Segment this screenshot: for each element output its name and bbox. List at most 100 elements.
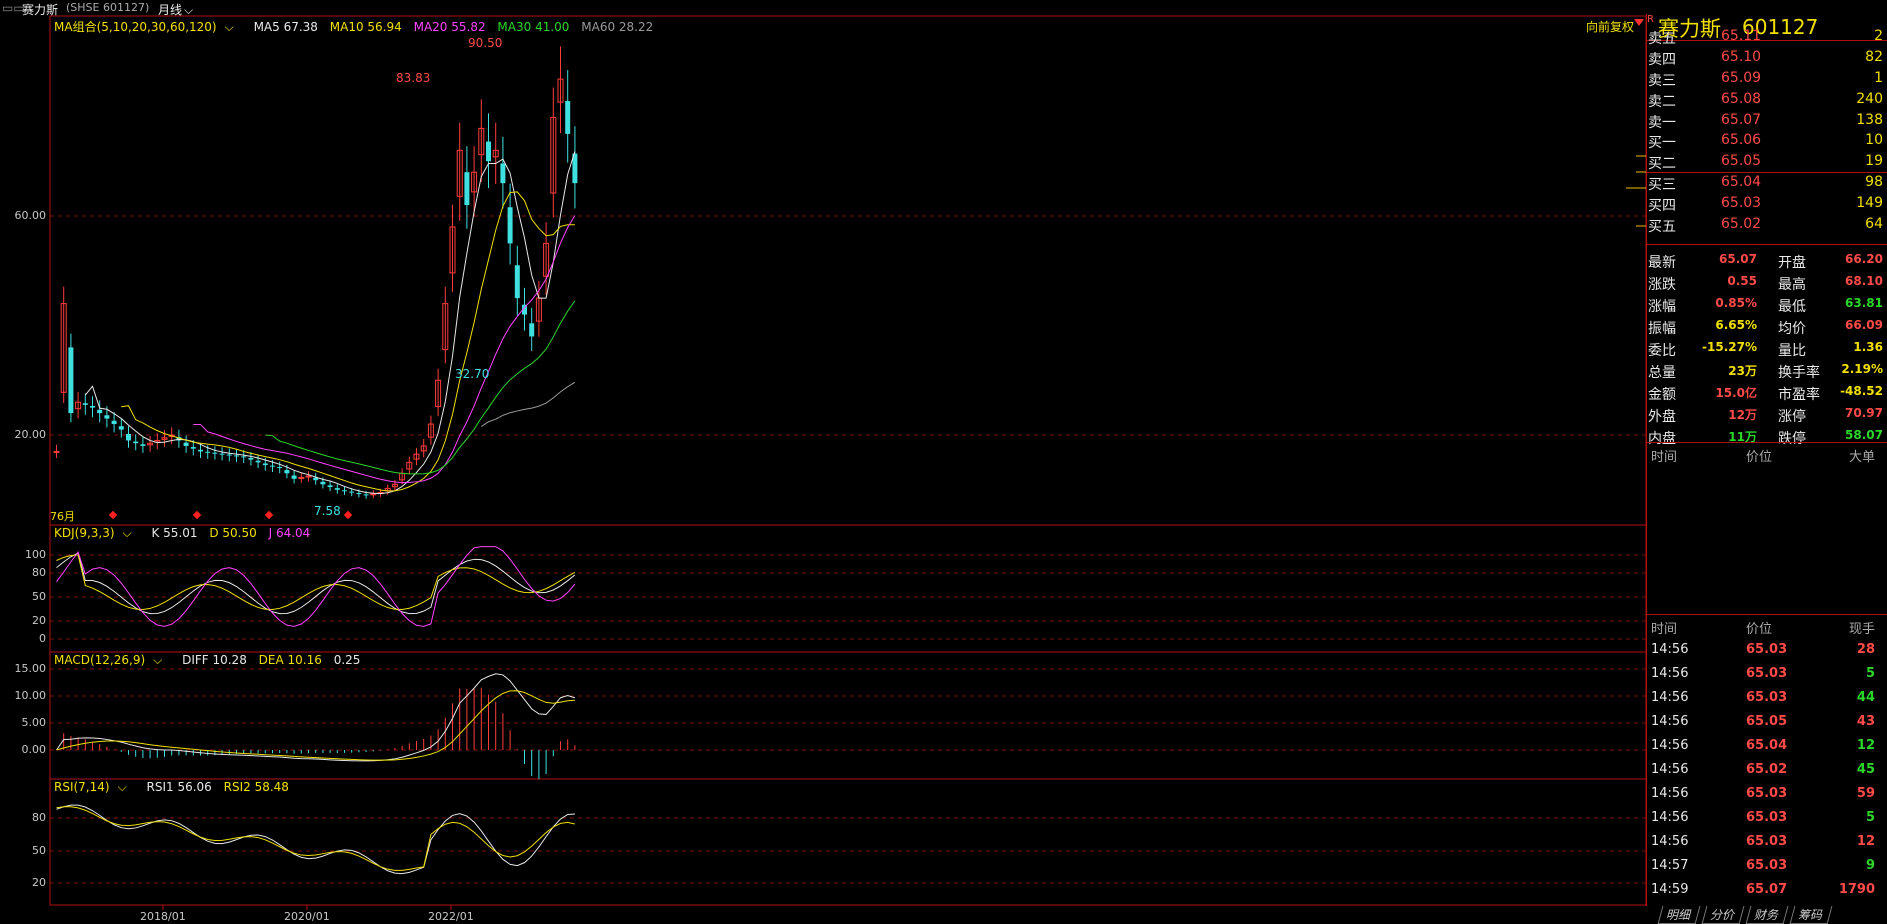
tick-row[interactable]: 14:56 65.03 28: [1646, 642, 1887, 666]
tick-row[interactable]: 14:56 65.03 59: [1646, 786, 1887, 810]
candle-body: [291, 475, 297, 479]
quote-panel: R 赛力斯 601127 卖五 65.11 2 卖四 65.10 82 卖三 65.09 1 卖二…: [1646, 14, 1887, 924]
tick-time: 14:59: [1651, 882, 1689, 897]
caret-down-icon[interactable]: [1634, 19, 1644, 26]
tab-chips[interactable]: 筹码: [1789, 906, 1832, 924]
rsi-y-label: 80: [32, 811, 46, 824]
level-volume: 98: [1865, 174, 1883, 190]
tick-time: 14:56: [1651, 690, 1689, 705]
tick-time: 14:56: [1651, 834, 1689, 849]
chevron-down-icon: ⌵: [224, 20, 234, 34]
tick-price: 65.02: [1746, 762, 1788, 777]
tick-time: 14:56: [1651, 714, 1689, 729]
rsi-lines: [56, 804, 576, 875]
level-volume: 149: [1856, 195, 1883, 211]
candle-body: [327, 485, 333, 488]
stat-label: 涨停: [1778, 409, 1806, 425]
tab-finance[interactable]: 财务: [1745, 906, 1789, 924]
tick-row[interactable]: 14:56 65.03 12: [1646, 834, 1887, 858]
stat-value: -48.52: [1840, 384, 1883, 398]
macd-selector[interactable]: MACD(12,26,9) ⌵: [54, 653, 170, 667]
big-order-header: 时间 价位 大单: [1651, 450, 1875, 465]
candle-body: [241, 456, 247, 458]
low-label-2: 32.70: [455, 367, 490, 381]
ma30-line: [265, 300, 576, 475]
kdj-selector[interactable]: KDJ(9,3,3) ⌵: [54, 526, 140, 540]
ma10-line: [121, 191, 575, 492]
stat-label: 委比: [1648, 343, 1676, 359]
stat-value: 12万: [1728, 408, 1757, 422]
event-marker[interactable]: [192, 510, 202, 520]
order-book-sell-row[interactable]: 卖四 65.10 82: [1646, 49, 1887, 70]
ma5-line: [84, 151, 576, 495]
tab-price-distribution[interactable]: 分价: [1701, 906, 1745, 924]
divider: [1646, 614, 1887, 615]
stat-value: 66.09: [1845, 318, 1883, 332]
macd-diff-line: [56, 673, 576, 762]
candle-body: [234, 455, 239, 457]
tick-row[interactable]: 14:57 65.03 9: [1646, 858, 1887, 882]
macd-value: 0.25: [333, 653, 361, 667]
order-book-buy-row[interactable]: 买三 65.04 98: [1646, 174, 1887, 195]
level-name: 买一: [1648, 135, 1676, 151]
stat-label: 换手率: [1778, 365, 1820, 381]
tick-row[interactable]: 14:56 65.04 12: [1646, 738, 1887, 762]
candle-body: [219, 453, 225, 455]
level-price: 65.05: [1721, 153, 1762, 169]
tick-volume: 12: [1856, 834, 1875, 849]
level-volume: 82: [1865, 49, 1883, 65]
tick-time: 14:57: [1651, 858, 1689, 873]
order-book-sell-row[interactable]: 卖三 65.09 1: [1646, 70, 1887, 91]
stat-label: 市盈率: [1778, 387, 1820, 403]
order-book-buy-row[interactable]: 买五 65.02 64: [1646, 216, 1887, 237]
candle-body: [320, 481, 326, 485]
chevron-down-icon: ⌵: [153, 653, 163, 667]
tick-row[interactable]: 14:56 65.05 43: [1646, 714, 1887, 738]
candle-body: [133, 441, 139, 444]
tick-row[interactable]: 14:56 65.03 5: [1646, 666, 1887, 690]
tick-row[interactable]: 14:56 65.02 45: [1646, 762, 1887, 786]
level-name: 买五: [1648, 219, 1676, 235]
order-book-sell-row[interactable]: 卖一 65.07 138: [1646, 112, 1887, 133]
order-book-sell-row[interactable]: 卖二 65.08 240: [1646, 91, 1887, 112]
macd-y-label: 5.00: [21, 716, 47, 729]
stat-value: 6.65%: [1715, 318, 1757, 332]
stat-value: 65.07: [1719, 252, 1757, 266]
kdj-y-label: 80: [32, 566, 46, 579]
candle-body: [500, 163, 506, 184]
level-volume: 240: [1856, 91, 1883, 107]
event-marker[interactable]: [264, 510, 274, 520]
tick-time: 14:56: [1651, 786, 1689, 801]
candle-body: [356, 493, 362, 495]
event-marker[interactable]: [108, 510, 118, 520]
candle-body: [284, 470, 290, 474]
order-book-buy-row[interactable]: 买二 65.05 19: [1646, 153, 1887, 174]
candle-body: [334, 488, 340, 490]
quote-stat-row: 涨跌 0.55 最高 68.10: [1646, 274, 1887, 296]
tick-row[interactable]: 14:59 65.07 1790: [1646, 882, 1887, 906]
level-volume: 138: [1856, 112, 1883, 128]
low-label-1: 7.58: [314, 504, 341, 518]
rsi1-value: RSI1 56.06: [146, 780, 212, 794]
order-book-buy-row[interactable]: 买四 65.03 149: [1646, 195, 1887, 216]
level-price: 65.09: [1721, 70, 1762, 86]
stat-label: 总量: [1648, 365, 1676, 381]
order-book-sell-row[interactable]: 卖五 65.11 2: [1646, 28, 1887, 49]
tick-row[interactable]: 14:56 65.03 5: [1646, 810, 1887, 834]
candle-body: [90, 405, 95, 408]
kdj-y-label: 20: [32, 614, 46, 627]
candle-body: [183, 442, 189, 446]
rsi-y-label: 20: [32, 876, 46, 889]
adjust-mode-label[interactable]: 向前复权: [1586, 18, 1634, 35]
level-name: 买三: [1648, 177, 1676, 193]
candle-body: [118, 426, 124, 430]
event-marker[interactable]: [343, 510, 353, 520]
rsi2-value: RSI2 58.48: [223, 780, 289, 794]
stat-value: 1.36: [1853, 340, 1883, 354]
candle-body: [255, 460, 261, 463]
tab-detail[interactable]: 明细: [1657, 906, 1701, 924]
ma-combo-selector[interactable]: MA组合(5,10,20,30,60,120) ⌵: [54, 20, 242, 34]
tick-row[interactable]: 14:56 65.03 44: [1646, 690, 1887, 714]
rsi-selector[interactable]: RSI(7,14) ⌵: [54, 780, 135, 794]
order-book-buy-row[interactable]: 买一 65.06 10: [1646, 132, 1887, 153]
